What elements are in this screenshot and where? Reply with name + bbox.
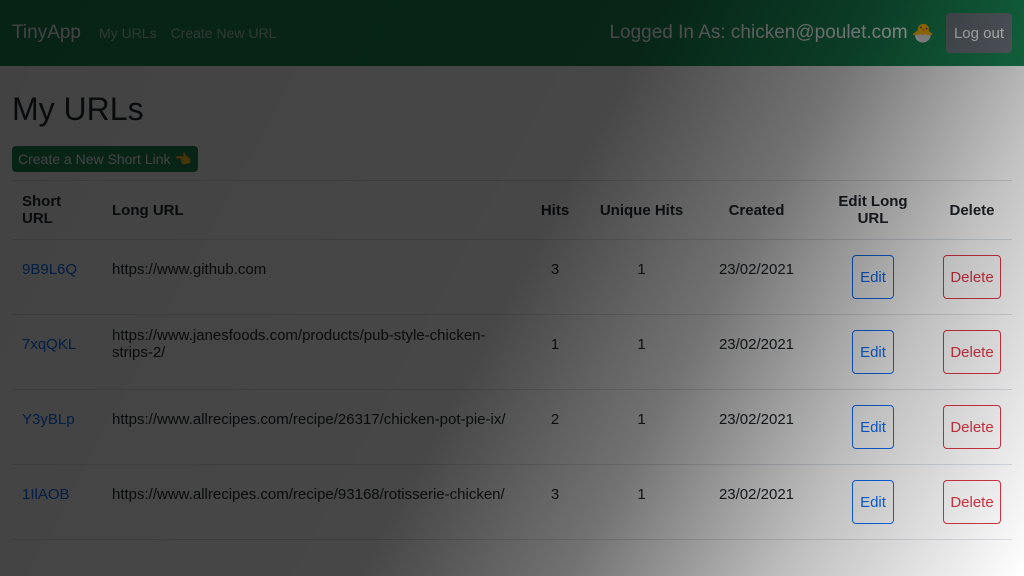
cell-short-url: 7xqQKL	[12, 314, 102, 390]
edit-button[interactable]: Edit	[852, 330, 894, 374]
long-url-text: https://www.github.com	[112, 260, 267, 278]
create-short-link-button[interactable]: Create a New Short Link 👈	[12, 146, 198, 172]
short-url-link[interactable]: 7xqQKL	[22, 336, 76, 353]
edit-button[interactable]: Edit	[852, 255, 894, 299]
created-date: 23/02/2021	[718, 410, 795, 428]
delete-button[interactable]: Delete	[943, 405, 1001, 449]
navbar: TinyApp My URLs Create New URL Logged In…	[0, 0, 1024, 66]
long-url-text: https://www.janesfoods.com/products/pub-…	[112, 327, 486, 361]
cell-delete: Delete	[932, 389, 1012, 465]
created-date: 23/02/2021	[718, 260, 795, 278]
cell-hits: 3	[526, 464, 584, 540]
unique-hits-value: 1	[637, 335, 646, 353]
short-url-link[interactable]: 1IlAOB	[22, 486, 70, 503]
cell-long-url: https://www.allrecipes.com/recipe/26317/…	[102, 389, 526, 465]
cell-created: 23/02/2021	[699, 389, 814, 465]
delete-button[interactable]: Delete	[943, 330, 1001, 374]
cell-edit: Edit	[814, 314, 932, 390]
header-short-url: Short URL	[12, 180, 102, 240]
cell-delete: Delete	[932, 314, 1012, 390]
table-row: 7xqQKL https://www.janesfoods.com/produc…	[12, 314, 1012, 390]
edit-button[interactable]: Edit	[852, 480, 894, 524]
cell-short-url: 9B9L6Q	[12, 239, 102, 315]
cell-unique-hits: 1	[584, 464, 699, 540]
cell-delete: Delete	[932, 464, 1012, 540]
cell-unique-hits: 1	[584, 314, 699, 390]
page-title: My URLs	[12, 91, 144, 127]
hits-value: 1	[550, 335, 560, 353]
cell-hits: 3	[526, 239, 584, 315]
cell-long-url: https://www.allrecipes.com/recipe/93168/…	[102, 464, 526, 540]
header-edit-long-url: Edit Long URL	[814, 180, 932, 240]
short-url-link[interactable]: 9B9L6Q	[22, 261, 77, 278]
long-url-text: https://www.allrecipes.com/recipe/26317/…	[112, 410, 506, 428]
unique-hits-value: 1	[637, 410, 646, 428]
cell-long-url: https://www.janesfoods.com/products/pub-…	[102, 314, 526, 390]
created-date: 23/02/2021	[718, 485, 795, 503]
cell-short-url: Y3yBLp	[12, 389, 102, 465]
cell-delete: Delete	[932, 239, 1012, 315]
urls-table: Short URL Long URL Hits Unique Hits Crea…	[12, 180, 1012, 540]
edit-button[interactable]: Edit	[852, 405, 894, 449]
header-unique-hits: Unique Hits	[584, 180, 699, 240]
cell-hits: 1	[526, 314, 584, 390]
cell-edit: Edit	[814, 464, 932, 540]
logout-button[interactable]: Log out	[946, 13, 1012, 53]
cell-hits: 2	[526, 389, 584, 465]
nav-link-create-new-url[interactable]: Create New URL	[171, 25, 277, 41]
nav-link-my-urls[interactable]: My URLs	[99, 25, 157, 41]
cell-created: 23/02/2021	[699, 314, 814, 390]
short-url-link[interactable]: Y3yBLp	[22, 411, 75, 428]
cell-short-url: 1IlAOB	[12, 464, 102, 540]
table-header-row: Short URL Long URL Hits Unique Hits Crea…	[12, 180, 1012, 240]
header-created: Created	[699, 180, 814, 240]
main-content: My URLs Create a New Short Link 👈 Short …	[12, 66, 1012, 540]
header-delete: Delete	[932, 180, 1012, 240]
unique-hits-value: 1	[637, 485, 646, 503]
unique-hits-value: 1	[637, 260, 646, 278]
table-row: Y3yBLp https://www.allrecipes.com/recipe…	[12, 389, 1012, 465]
cell-long-url: https://www.github.com	[102, 239, 526, 315]
cell-unique-hits: 1	[584, 389, 699, 465]
cell-edit: Edit	[814, 389, 932, 465]
table-row: 1IlAOB https://www.allrecipes.com/recipe…	[12, 464, 1012, 540]
cell-created: 23/02/2021	[699, 464, 814, 540]
logged-in-text: Logged In As: chicken@poulet.com	[609, 22, 908, 43]
cell-unique-hits: 1	[584, 239, 699, 315]
long-url-text: https://www.allrecipes.com/recipe/93168/…	[112, 485, 505, 503]
hits-value: 3	[550, 260, 560, 278]
header-long-url: Long URL	[102, 180, 526, 240]
delete-button[interactable]: Delete	[943, 255, 1001, 299]
delete-button[interactable]: Delete	[943, 480, 1001, 524]
chicken-icon: 🐣	[911, 22, 934, 43]
cell-created: 23/02/2021	[699, 239, 814, 315]
nav-right: Logged In As: chicken@poulet.com 🐣 Log o…	[609, 13, 1012, 53]
cell-edit: Edit	[814, 239, 932, 315]
brand-link[interactable]: TinyApp	[12, 22, 81, 44]
hits-value: 2	[550, 410, 560, 428]
hits-value: 3	[550, 485, 560, 503]
created-date: 23/02/2021	[718, 335, 795, 353]
header-hits: Hits	[526, 180, 584, 240]
table-row: 9B9L6Q https://www.github.com 3 1 23/02/…	[12, 239, 1012, 315]
